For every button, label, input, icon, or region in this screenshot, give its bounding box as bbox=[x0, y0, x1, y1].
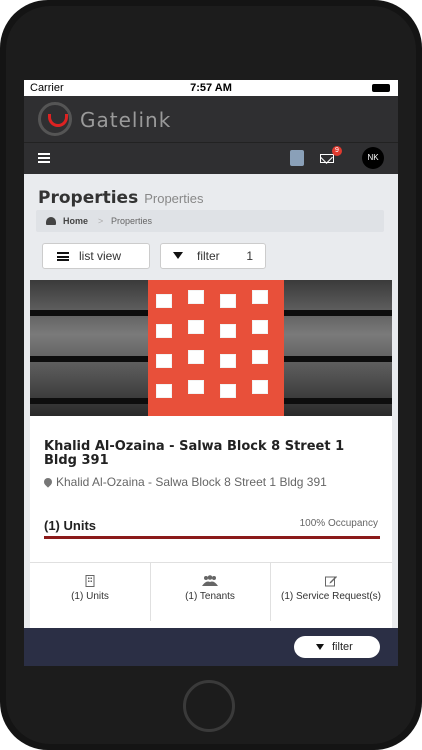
photo-right-balconies bbox=[284, 280, 392, 416]
app-screen: Carrier 7:57 AM Gatelink 9 NK Properties… bbox=[24, 80, 398, 666]
breadcrumb: Home > Properties bbox=[36, 210, 384, 232]
stat-service-requests[interactable]: (1) Service Request(s) bbox=[270, 563, 392, 621]
bottom-bar: filter bbox=[24, 628, 398, 666]
breadcrumb-separator: > bbox=[98, 216, 104, 226]
property-address: Khalid Al-Ozaina - Salwa Block 8 Street … bbox=[42, 474, 380, 491]
filter-icon bbox=[316, 644, 324, 650]
property-stats: (1) Units (1) Tenants (1) Service Reques… bbox=[30, 562, 392, 621]
window bbox=[220, 324, 236, 338]
occupancy-bar-fill bbox=[44, 536, 380, 539]
stat-tenants-label: (1) Tenants bbox=[185, 591, 235, 602]
list-icon bbox=[57, 252, 69, 261]
window bbox=[220, 354, 236, 368]
balcony-rail bbox=[30, 310, 148, 316]
balcony-rail bbox=[30, 356, 148, 362]
stat-tenants[interactable]: (1) Tenants bbox=[150, 563, 271, 621]
mail-icon[interactable] bbox=[320, 154, 334, 163]
window bbox=[252, 380, 268, 394]
logo: Gatelink bbox=[38, 100, 198, 138]
mail-badge: 9 bbox=[332, 146, 342, 156]
window bbox=[188, 290, 204, 304]
window bbox=[156, 354, 172, 368]
bottom-filter-label: filter bbox=[332, 641, 353, 653]
balcony-rail bbox=[284, 356, 392, 362]
filter-label: filter bbox=[197, 249, 220, 263]
window bbox=[188, 320, 204, 334]
page-title: Properties bbox=[38, 188, 139, 208]
balcony-rail bbox=[284, 310, 392, 316]
balcony-rail bbox=[284, 398, 392, 404]
window bbox=[252, 320, 268, 334]
filter-button[interactable]: filter 1 bbox=[160, 243, 266, 269]
bottom-filter-button[interactable]: filter bbox=[294, 636, 380, 658]
property-card[interactable]: Khalid Al-Ozaina - Salwa Block 8 Street … bbox=[30, 280, 392, 630]
occupancy-label: 100% Occupancy bbox=[299, 518, 378, 529]
window bbox=[156, 384, 172, 398]
window bbox=[252, 290, 268, 304]
list-view-button[interactable]: list view bbox=[42, 243, 150, 269]
property-photo[interactable] bbox=[30, 280, 392, 416]
window bbox=[188, 380, 204, 394]
app-header: Gatelink 9 NK bbox=[24, 96, 398, 174]
window bbox=[220, 294, 236, 308]
logo-text: Gatelink bbox=[80, 108, 172, 132]
balcony-rail bbox=[30, 398, 148, 404]
window bbox=[188, 350, 204, 364]
occupancy-bar bbox=[44, 536, 380, 539]
home-icon bbox=[46, 217, 56, 225]
building-icon bbox=[85, 575, 95, 587]
list-view-label: list view bbox=[79, 249, 122, 263]
phone-frame: Carrier 7:57 AM Gatelink 9 NK Properties… bbox=[0, 0, 422, 750]
window bbox=[252, 350, 268, 364]
users-icon bbox=[202, 575, 218, 586]
filter-icon bbox=[173, 252, 183, 259]
breadcrumb-home[interactable]: Home bbox=[63, 216, 88, 226]
property-title[interactable]: Khalid Al-Ozaina - Salwa Block 8 Street … bbox=[44, 440, 380, 468]
clock: 7:57 AM bbox=[190, 82, 232, 94]
window bbox=[156, 324, 172, 338]
battery-icon bbox=[372, 84, 390, 92]
photo-red-facade bbox=[148, 280, 284, 416]
filter-count: 1 bbox=[246, 249, 253, 263]
stat-service-requests-label: (1) Service Request(s) bbox=[280, 591, 382, 602]
nav-row: 9 NK bbox=[24, 142, 398, 175]
stat-units[interactable]: (1) Units bbox=[30, 563, 151, 621]
menu-icon[interactable] bbox=[38, 153, 50, 163]
edit-icon bbox=[325, 576, 337, 587]
window bbox=[220, 384, 236, 398]
home-button[interactable] bbox=[183, 680, 235, 732]
breadcrumb-current: Properties bbox=[111, 216, 153, 226]
status-bar: Carrier 7:57 AM bbox=[24, 80, 398, 96]
avatar[interactable]: NK bbox=[362, 147, 384, 169]
stat-units-label: (1) Units bbox=[71, 591, 109, 602]
photo-left-balconies bbox=[30, 280, 148, 416]
window bbox=[156, 294, 172, 308]
page-header: Properties Properties bbox=[38, 188, 203, 208]
language-flag-icon[interactable] bbox=[290, 150, 304, 166]
location-pin-icon bbox=[42, 476, 54, 488]
property-address-text: Khalid Al-Ozaina - Salwa Block 8 Street … bbox=[56, 475, 327, 489]
page-subtitle: Properties bbox=[144, 191, 204, 206]
units-count: (1) Units bbox=[44, 518, 96, 533]
